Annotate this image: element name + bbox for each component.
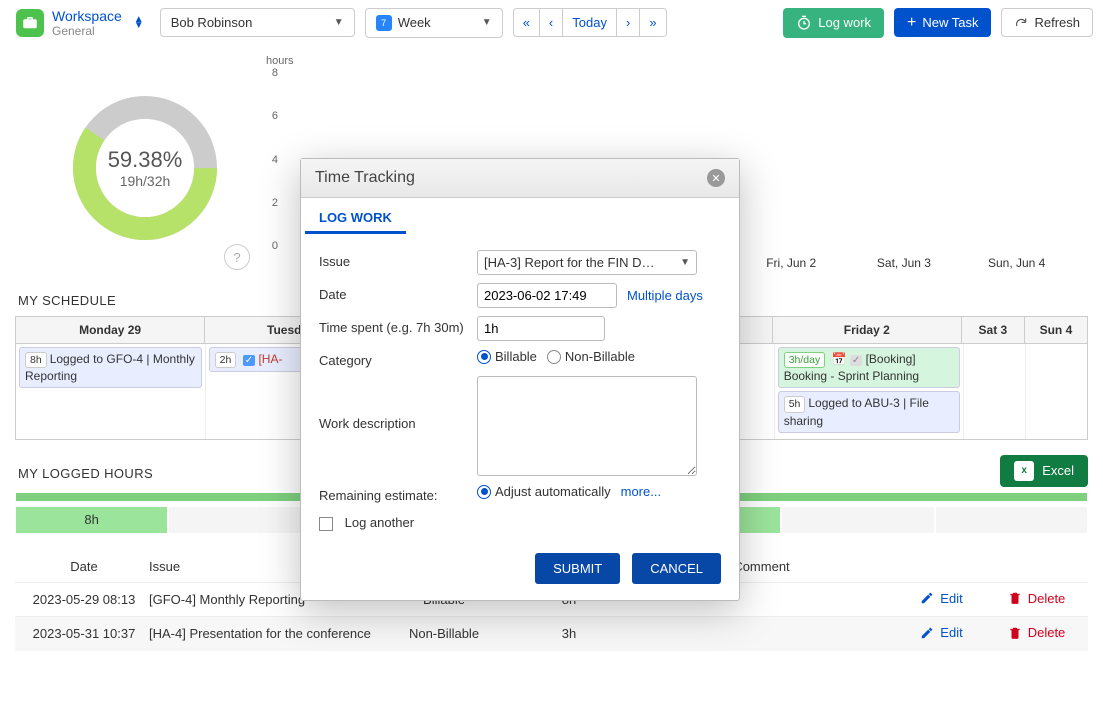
logged-hours-cell <box>169 507 320 533</box>
date-nav: « ‹ Today › » <box>513 8 667 37</box>
schedule-day-header: Monday 29 <box>16 317 205 343</box>
cell-time-spent: 3h <box>509 626 629 641</box>
schedule-col-mon: 8hLogged to GFO-4 | Monthly Reporting <box>16 344 206 439</box>
nav-today-button[interactable]: Today <box>563 9 617 36</box>
up-down-icon: ▲▼ <box>134 17 144 29</box>
bar-col <box>960 67 1073 252</box>
edit-link[interactable]: Edit <box>920 591 962 606</box>
refresh-icon <box>1014 16 1028 30</box>
schedule-event[interactable]: 5hLogged to ABU-3 | File sharing <box>778 391 961 432</box>
log-work-button[interactable]: Log work <box>783 8 884 38</box>
schedule-day-header: Friday 2 <box>773 317 962 343</box>
schedule-col-sat <box>964 344 1026 439</box>
top-toolbar: Workspace General ▲▼ Bob Robinson▼ 7Week… <box>0 0 1103 45</box>
new-task-button[interactable]: + New Task <box>894 8 991 37</box>
multiple-days-link[interactable]: Multiple days <box>627 288 703 303</box>
workspace-text: Workspace General <box>52 8 122 38</box>
log-another-checkbox[interactable] <box>319 517 333 531</box>
help-icon[interactable]: ? <box>224 244 250 270</box>
x-tick: Sat, Jun 3 <box>848 256 961 280</box>
stopwatch-icon <box>796 15 812 31</box>
bar-col <box>848 67 961 252</box>
schedule-event[interactable]: 3h/day 📅 ✓ [Booking] Booking - Sprint Pl… <box>778 347 961 388</box>
label-category: Category <box>319 349 477 368</box>
label-remaining: Remaining estimate: <box>319 484 477 503</box>
schedule-day-header: Sun 4 <box>1025 317 1087 343</box>
trash-icon <box>1008 626 1022 640</box>
pencil-icon <box>920 626 934 640</box>
cell-issue: [HA-4] Presentation for the conference <box>149 626 379 641</box>
logged-hours-cell <box>936 507 1087 533</box>
label-time-spent: Time spent (e.g. 7h 30m) <box>319 316 477 335</box>
y-axis-label: hours <box>266 55 294 67</box>
cancel-button[interactable]: CANCEL <box>632 553 721 584</box>
schedule-col-sun <box>1026 344 1087 439</box>
delete-link[interactable]: Delete <box>1008 625 1066 640</box>
calendar-icon: 7 <box>376 15 392 31</box>
logged-hours-cell <box>782 507 933 533</box>
briefcase-icon <box>16 9 44 37</box>
trash-icon <box>1008 591 1022 605</box>
edit-link[interactable]: Edit <box>920 625 962 640</box>
issue-select[interactable]: [HA-3] Report for the FIN D…▼ <box>477 250 697 275</box>
time-tracking-dialog: Time Tracking ✕ LOG WORK Issue [HA-3] Re… <box>300 158 740 601</box>
label-date: Date <box>319 283 477 302</box>
delete-link[interactable]: Delete <box>1008 591 1066 606</box>
nav-last-button[interactable]: » <box>640 9 665 36</box>
cell-date: 2023-05-29 08:13 <box>19 592 149 607</box>
schedule-col-fri: 3h/day 📅 ✓ [Booking] Booking - Sprint Pl… <box>775 344 965 439</box>
date-input[interactable] <box>477 283 617 308</box>
workspace-selector[interactable]: Workspace General ▲▼ <box>10 6 150 40</box>
refresh-button[interactable]: Refresh <box>1001 8 1093 37</box>
label-work-description: Work description <box>319 376 477 431</box>
user-select[interactable]: Bob Robinson▼ <box>160 8 355 37</box>
dialog-title: Time Tracking <box>315 169 415 187</box>
x-tick: Sun, Jun 4 <box>960 256 1073 280</box>
radio-non-billable[interactable]: Non-Billable <box>547 349 635 364</box>
period-select[interactable]: 7Week ▼ <box>365 8 503 38</box>
nav-prev-button[interactable]: ‹ <box>540 9 563 36</box>
progress-donut: 59.38% 19h/32h ? <box>30 55 260 280</box>
nav-next-button[interactable]: › <box>617 9 640 36</box>
check-grey-icon: ✓ <box>850 355 862 366</box>
pencil-icon <box>920 591 934 605</box>
calendar-dot-icon: 📅 <box>832 352 847 366</box>
tab-log-work[interactable]: LOG WORK <box>305 198 406 234</box>
schedule-event[interactable]: 8hLogged to GFO-4 | Monthly Reporting <box>19 347 202 388</box>
donut-percent: 59.38% <box>108 147 183 173</box>
table-row: 2023-05-31 10:37[HA-4] Presentation for … <box>15 616 1088 651</box>
more-link[interactable]: more... <box>621 484 661 499</box>
bar-col <box>735 67 848 252</box>
work-description-textarea[interactable] <box>477 376 697 476</box>
nav-first-button[interactable]: « <box>514 9 540 36</box>
radio-billable[interactable]: Billable <box>477 349 537 364</box>
cell-category: Non-Billable <box>379 626 509 641</box>
logged-hours-cell: 8h <box>16 507 167 533</box>
cell-date: 2023-05-31 10:37 <box>19 626 149 641</box>
plus-icon: + <box>907 17 916 29</box>
close-icon[interactable]: ✕ <box>707 169 725 187</box>
submit-button[interactable]: SUBMIT <box>535 553 620 584</box>
radio-adjust-auto[interactable]: Adjust automatically <box>477 484 611 499</box>
export-excel-button[interactable]: x Excel <box>1000 455 1088 487</box>
schedule-day-header: Sat 3 <box>962 317 1025 343</box>
excel-icon: x <box>1014 461 1034 481</box>
label-log-another: Log another <box>345 515 414 530</box>
donut-subtitle: 19h/32h <box>108 173 183 189</box>
col-date: Date <box>19 559 149 574</box>
label-issue: Issue <box>319 250 477 269</box>
time-spent-input[interactable] <box>477 316 605 341</box>
x-tick: Fri, Jun 2 <box>735 256 848 280</box>
checkbox-icon: ✓ <box>243 355 255 366</box>
